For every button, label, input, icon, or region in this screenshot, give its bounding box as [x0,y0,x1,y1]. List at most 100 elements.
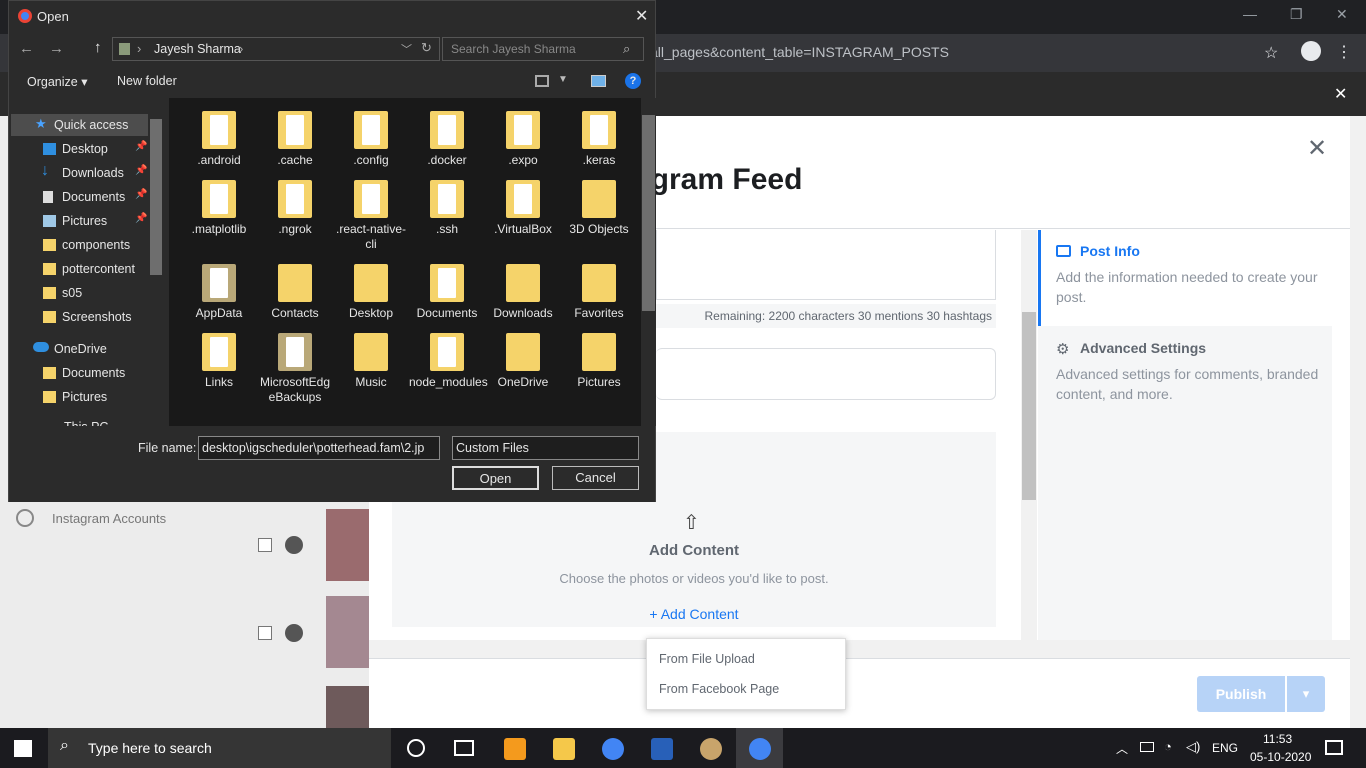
dialog-search-input[interactable]: Search Jayesh Sharma ⌕ [442,37,644,61]
paint-icon[interactable] [700,738,722,760]
folder-item[interactable]: .config [333,111,409,168]
clock-time[interactable]: 11:53 [1263,732,1292,746]
refresh-icon[interactable]: ↻ [421,40,432,56]
nav-desktop[interactable]: Desktop [19,138,149,160]
cortana-icon[interactable] [407,739,425,757]
breadcrumb-item[interactable]: Jayesh Sharma [154,42,241,56]
chevron-up-icon[interactable]: ︿ [1116,740,1128,757]
horizontal-scrollbar[interactable] [369,640,1350,658]
chrome-icon[interactable] [749,738,771,760]
banner-close-icon[interactable]: ✕ [1334,84,1347,104]
folder-item[interactable]: 3D Objects [561,180,637,237]
nav-this-pc[interactable]: This PC [19,416,149,426]
windows-start-icon[interactable] [14,740,32,757]
nav-onedrive-documents[interactable]: Documents [19,362,149,384]
bookmark-star-icon[interactable]: ☆ [1264,43,1278,63]
folder-item[interactable]: Favorites [561,264,637,321]
folder-icon [354,180,388,218]
forward-arrow-icon[interactable]: → [49,40,64,57]
close-modal-icon[interactable]: ✕ [1307,134,1327,163]
folder-item[interactable]: .expo [485,111,561,168]
restore-button[interactable]: ❐ [1290,6,1303,23]
nav-pictures[interactable]: Pictures [19,210,149,232]
menu-item-facebook-page[interactable]: From Facebook Page [659,682,779,696]
volume-icon[interactable]: ◁) [1186,739,1200,755]
file-explorer-icon[interactable] [553,738,575,760]
row-checkbox[interactable] [258,538,272,552]
organize-menu[interactable]: Organize ▾ [27,74,87,89]
chrome-menu-icon[interactable]: ⋮ [1336,42,1352,62]
folder-item[interactable]: .VirtualBox [485,180,561,237]
folder-item[interactable]: .android [181,111,257,168]
nav-documents[interactable]: Documents [19,186,149,208]
preview-pane-icon[interactable] [591,75,606,87]
chevron-down-icon[interactable]: ▼ [558,74,568,85]
file-type-select[interactable]: Custom Files [452,436,639,460]
new-folder-button[interactable]: New folder [117,74,177,88]
nav-components[interactable]: components [19,234,149,256]
address-bar[interactable]: all_pages&content_table=INSTAGRAM_POSTS [650,38,1250,66]
notification-center-icon[interactable] [1325,740,1343,755]
language-indicator[interactable]: ENG [1212,741,1238,755]
folder-item[interactable]: Desktop [333,264,409,321]
battery-icon[interactable] [1140,742,1154,752]
folder-item[interactable]: .keras [561,111,637,168]
folder-item[interactable]: .cache [257,111,333,168]
nav-scrollbar-thumb[interactable] [150,119,162,275]
powershell-icon[interactable] [651,738,673,760]
cancel-button[interactable]: Cancel [552,466,639,490]
sublime-text-icon[interactable] [504,738,526,760]
clock-date[interactable]: 05-10-2020 [1250,750,1311,764]
nav-pottercontent[interactable]: pottercontent [19,258,149,280]
menu-item-file-upload[interactable]: From File Upload [659,652,755,666]
dialog-close-icon[interactable]: ✕ [635,6,648,26]
folder-item[interactable]: Contacts [257,264,333,321]
folder-item[interactable]: .docker [409,111,485,168]
page-scrollbar[interactable] [1350,116,1366,728]
wifi-icon[interactable]: ◔ [1164,739,1172,754]
pin-icon: 📌 [135,141,148,152]
folder-item[interactable]: AppData [181,264,257,321]
open-button[interactable]: Open [452,466,539,490]
folder-item[interactable]: Links [181,333,257,390]
folder-item[interactable]: .matplotlib [181,180,257,237]
row-checkbox[interactable] [258,626,272,640]
advanced-settings-title: Advanced Settings [1080,340,1207,356]
folder-item[interactable]: .ssh [409,180,485,237]
minimize-button[interactable]: — [1243,6,1257,22]
file-name-input[interactable]: desktop\igscheduler\potterhead.fam\2.jp [198,436,440,460]
publish-dropdown-icon[interactable]: ▾ [1287,676,1325,712]
modal-scrollbar-thumb[interactable] [1022,312,1036,500]
address-breadcrumb[interactable]: › Jayesh Sharma › ﹀ ↻ [112,37,440,61]
nav-s05[interactable]: s05 [19,282,149,304]
file-scrollbar-thumb[interactable] [642,115,655,311]
folder-item[interactable]: .ngrok [257,180,333,237]
folder-name: AppData [195,306,243,320]
chevron-down-icon[interactable]: ﹀ [401,41,412,57]
nav-screenshots[interactable]: Screenshots [19,306,149,328]
nav-onedrive-pictures[interactable]: Pictures [19,386,149,408]
folder-item[interactable]: .react-native-cli [333,180,409,252]
profile-avatar-icon[interactable] [1301,41,1321,61]
add-content-button[interactable]: + Add Content [392,606,996,622]
folder-item[interactable]: Pictures [561,333,637,390]
publish-button[interactable]: Publish [1197,676,1285,712]
caption-textarea[interactable] [656,230,996,300]
view-options-icon[interactable] [535,75,549,87]
chrome-icon[interactable] [602,738,624,760]
close-window-button[interactable]: ✕ [1336,6,1348,23]
folder-item[interactable]: OneDrive [485,333,561,390]
task-view-icon[interactable] [454,740,474,756]
folder-item[interactable]: node_modules [409,333,488,390]
sidebar-nav-instagram-accounts[interactable]: Instagram Accounts [52,511,166,526]
up-arrow-icon[interactable]: ↑ [94,39,102,56]
help-icon[interactable]: ? [625,73,641,89]
folder-item[interactable]: MicrosoftEdgeBackups [257,333,333,405]
folder-item[interactable]: Documents [409,264,485,321]
back-arrow-icon[interactable]: ← [19,40,34,57]
folder-item[interactable]: Downloads [485,264,561,321]
folder-item[interactable]: Music [333,333,409,390]
dialog-title: Open [37,9,69,24]
nav-downloads[interactable]: Downloads [19,162,149,184]
location-field[interactable] [656,348,996,400]
